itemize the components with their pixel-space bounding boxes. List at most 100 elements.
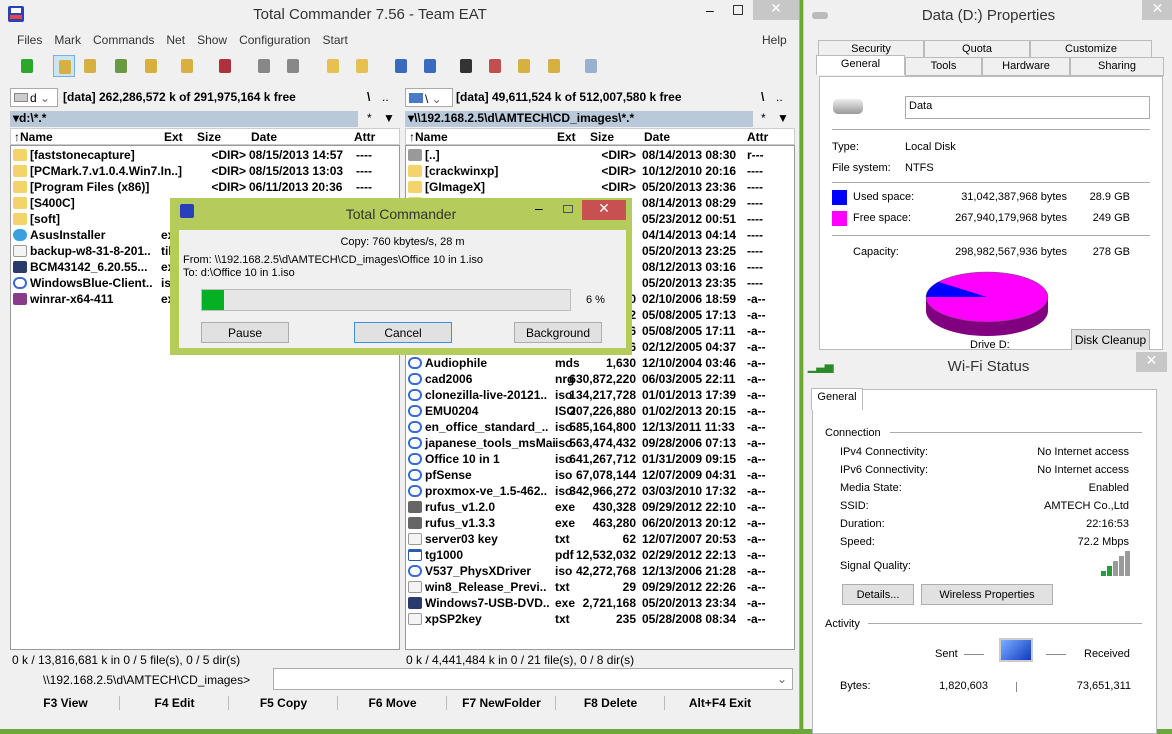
sync-dirs-button[interactable] [513,55,535,77]
menu-net[interactable]: Net [166,33,185,47]
right-file-row[interactable]: Office 10 in 1 iso 641,267,712 01/31/2009 0… [406,451,794,467]
right-file-row[interactable]: rufus_v1.2.0 exe 430,328 09/29/2012 22:10 -a… [406,499,794,515]
disk-cleanup-button[interactable]: Disk Cleanup [1071,329,1150,351]
left-col-name[interactable]: ↑Name [14,130,53,144]
right-history-button[interactable]: ▼ [777,111,789,125]
search-button[interactable] [455,55,477,77]
right-up-button[interactable]: .. [776,90,783,104]
right-file-row[interactable]: [crackwinxp] <DIR> 10/12/2010 20:16 ---- [406,163,794,179]
url-connect-button[interactable] [419,55,441,77]
menu-show[interactable]: Show [197,33,227,47]
forward-button[interactable] [282,55,304,77]
right-file-row[interactable]: V537_PhysXDriver iso 42,272,768 12/13/2006 … [406,563,794,579]
tab-customize[interactable]: Customize [1030,40,1152,58]
unpack-button[interactable] [351,55,373,77]
right-file-row[interactable]: japanese_tools_msMai iso 563,474,432 09/28/… [406,435,794,451]
left-history-button[interactable]: ▼ [383,111,395,125]
right-file-row[interactable]: clonezilla-live-20121.. iso 134,217,728 01/… [406,387,794,403]
background-button[interactable]: Background [514,322,602,343]
right-drive-select[interactable]: \ ⌄ [405,88,453,107]
right-file-row[interactable]: [GImageX] <DIR> 05/20/2013 23:36 ---- [406,179,794,195]
left-col-attr[interactable]: Attr [354,130,375,144]
compare-dirs-button[interactable] [176,55,198,77]
fkey-f6-button[interactable]: F6 Move [339,696,447,710]
menu-help[interactable]: Help [762,33,787,47]
ftp-connect-button[interactable] [390,55,412,77]
right-file-row[interactable]: [..] <DIR> 08/14/2013 08:30 r--- [406,147,794,163]
right-file-row[interactable]: tg1000 pdf 12,532,032 02/29/2012 22:13 -a-- [406,547,794,563]
fkey-f5-button[interactable]: F5 Copy [230,696,338,710]
minimize-button[interactable]: – [706,2,714,18]
right-file-row[interactable]: win8_Release_Previ.. txt 29 09/29/2012 22:2… [406,579,794,595]
left-col-ext[interactable]: Ext [164,130,183,144]
left-col-date[interactable]: Date [251,130,277,144]
left-file-row[interactable]: [Program Files (x86)] <DIR> 06/11/2013 20:… [11,179,399,195]
tab-general[interactable]: General [816,55,905,75]
fkey-f4-button[interactable]: F4 Edit [121,696,229,710]
right-file-row[interactable]: cad2006 nrg 630,872,220 06/03/2005 22:11 -a-… [406,371,794,387]
left-filter-button[interactable]: * [367,111,372,125]
right-file-row[interactable]: proxmox-ve_1.5-462.. iso 342,966,272 03/03/… [406,483,794,499]
right-filter-button[interactable]: * [761,111,766,125]
tab-tools[interactable]: Tools [905,57,982,76]
right-col-name[interactable]: ↑Name [409,130,448,144]
right-file-row[interactable]: pfSense iso 67,078,144 12/07/2009 04:31 -a-- [406,467,794,483]
right-col-size[interactable]: Size [590,130,614,144]
tab-hardware[interactable]: Hardware [982,57,1070,76]
full-view-button[interactable] [79,55,101,77]
close-button[interactable]: ✕ [582,200,626,220]
fkey-alt-f4-button[interactable]: Alt+F4 Exit [666,696,774,710]
left-col-size[interactable]: Size [197,130,221,144]
left-file-row[interactable]: [faststonecapture] <DIR> 08/15/2013 14:57-… [11,147,399,163]
close-button[interactable]: ✕ [1142,0,1172,20]
tab-general[interactable]: General [811,388,863,410]
left-root-button[interactable]: \ [367,90,370,104]
right-path[interactable]: ▾\\192.168.2.5\d\AMTECH\CD_images\*.* [405,111,753,127]
command-line-input[interactable]: ⌄ [273,668,793,690]
volume-name-input[interactable]: Data [905,96,1150,119]
fkey-f3-button[interactable]: F3 View [12,696,120,710]
menu-configuration[interactable]: Configuration [239,33,310,47]
right-file-row[interactable]: EMU0204 ISO 207,226,880 01/02/2013 20:15 -a-… [406,403,794,419]
maximize-button[interactable] [733,5,743,15]
pause-button[interactable]: Pause [201,322,289,343]
right-col-attr[interactable]: Attr [747,130,768,144]
thumbnail-view-button[interactable] [110,55,132,77]
wireless-properties-button[interactable]: Wireless Properties [921,584,1053,605]
pack-button[interactable] [322,55,344,77]
menu-commands[interactable]: Commands [93,33,154,47]
right-file-row[interactable]: en_office_standard_.. iso 585,164,800 12/13… [406,419,794,435]
back-button[interactable] [253,55,275,77]
left-drive-select[interactable]: d ⌄ [10,88,58,107]
right-root-button[interactable]: \ [761,90,764,104]
right-file-row[interactable]: Audiophile mds 1,630 12/10/2004 03:46 -a-- [406,355,794,371]
right-col-date[interactable]: Date [644,130,670,144]
left-file-row[interactable]: [PCMark.7.v1.0.4.Win7.In..] <DIR> 08/15/20… [11,163,399,179]
menu-mark[interactable]: Mark [54,33,81,47]
close-button[interactable]: ✕ [1136,352,1167,372]
notepad-button[interactable] [580,55,602,77]
menu-files[interactable]: Files [17,33,42,47]
menu-start[interactable]: Start [322,33,347,47]
left-up-button[interactable]: .. [382,90,389,104]
right-file-row[interactable]: server03 key txt 62 12/07/2007 20:53 -a-- [406,531,794,547]
refresh-button[interactable] [16,55,38,77]
right-file-row[interactable]: rufus_v1.3.3 exe 463,280 06/20/2013 20:12 -a… [406,515,794,531]
left-path[interactable]: ▾d:\*.* [10,111,358,127]
right-file-row[interactable]: xpSP2key txt 235 05/28/2008 08:34 -a-- [406,611,794,627]
minimize-button[interactable]: – [535,200,543,216]
close-button[interactable]: ✕ [753,0,799,20]
right-col-ext[interactable]: Ext [557,130,576,144]
details-button[interactable]: Details... [842,584,914,605]
brief-view-button[interactable] [53,55,75,77]
right-file-row[interactable]: Windows7-USB-DVD.. exe 2,721,168 05/20/2013… [406,595,794,611]
tab-sharing[interactable]: Sharing [1070,57,1164,76]
chevron-down-icon[interactable]: ⌄ [777,672,787,686]
fkey-f7-button[interactable]: F7 NewFolder [448,696,556,710]
copy-names-button[interactable] [543,55,565,77]
tab-quota[interactable]: Quota [924,40,1030,58]
multi-rename-button[interactable] [484,55,506,77]
tree-view-button[interactable] [140,55,162,77]
maximize-button[interactable] [563,205,573,213]
cancel-button[interactable]: Cancel [354,322,452,343]
